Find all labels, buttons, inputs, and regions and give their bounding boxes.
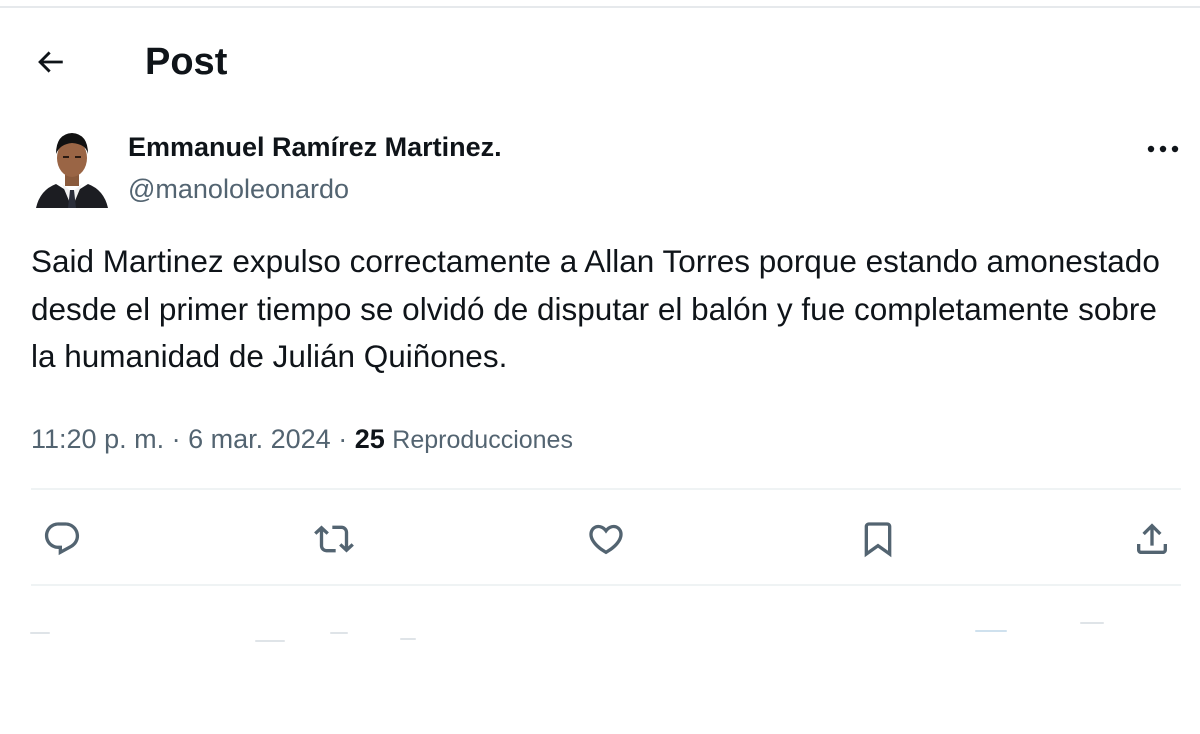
back-button[interactable] bbox=[28, 40, 72, 84]
bookmark-button[interactable] bbox=[854, 515, 902, 563]
post-header: Post bbox=[0, 30, 1200, 90]
reply-button[interactable] bbox=[38, 515, 86, 563]
background-artifact bbox=[975, 630, 1007, 632]
background-artifact bbox=[1080, 622, 1104, 624]
heart-icon bbox=[589, 524, 623, 555]
background-artifact bbox=[255, 640, 285, 642]
reply-bubble-icon bbox=[44, 522, 80, 556]
avatar-photo bbox=[34, 124, 110, 208]
avatar[interactable] bbox=[34, 124, 110, 208]
share-upload-icon bbox=[1137, 523, 1167, 554]
divider bbox=[31, 584, 1181, 586]
tweet-time[interactable]: 11:20 p. m. bbox=[31, 424, 164, 454]
views-count: 25 bbox=[354, 424, 385, 454]
bookmark-icon bbox=[864, 522, 892, 558]
page-title: Post bbox=[145, 41, 228, 83]
repost-icon bbox=[314, 525, 354, 553]
meta-separator: · bbox=[338, 424, 348, 454]
tweet-date[interactable]: 6 mar. 2024 bbox=[188, 424, 331, 454]
background-artifact bbox=[330, 632, 348, 634]
share-button[interactable] bbox=[1128, 515, 1176, 563]
divider bbox=[31, 488, 1181, 490]
tweet-text: Said Martinez expulso correctamente a Al… bbox=[31, 243, 1160, 374]
arrow-left-icon bbox=[38, 51, 63, 73]
top-border bbox=[0, 6, 1200, 8]
tweet-meta: 11:20 p. m. · 6 mar. 2024 · 25 Reproducc… bbox=[31, 420, 573, 458]
like-button[interactable] bbox=[582, 515, 630, 563]
author-row: Emmanuel Ramírez Martinez. @manololeonar… bbox=[0, 120, 1200, 220]
background-artifact bbox=[30, 632, 50, 634]
author-handle[interactable]: @manololeonardo bbox=[128, 172, 349, 206]
more-dots-icon bbox=[1147, 145, 1179, 153]
more-options-button[interactable] bbox=[1138, 134, 1188, 164]
background-artifact bbox=[400, 638, 416, 640]
views-label: Reproducciones bbox=[392, 426, 573, 454]
author-display-name[interactable]: Emmanuel Ramírez Martinez. bbox=[128, 130, 502, 164]
repost-button[interactable] bbox=[310, 515, 358, 563]
meta-separator: · bbox=[171, 424, 181, 454]
